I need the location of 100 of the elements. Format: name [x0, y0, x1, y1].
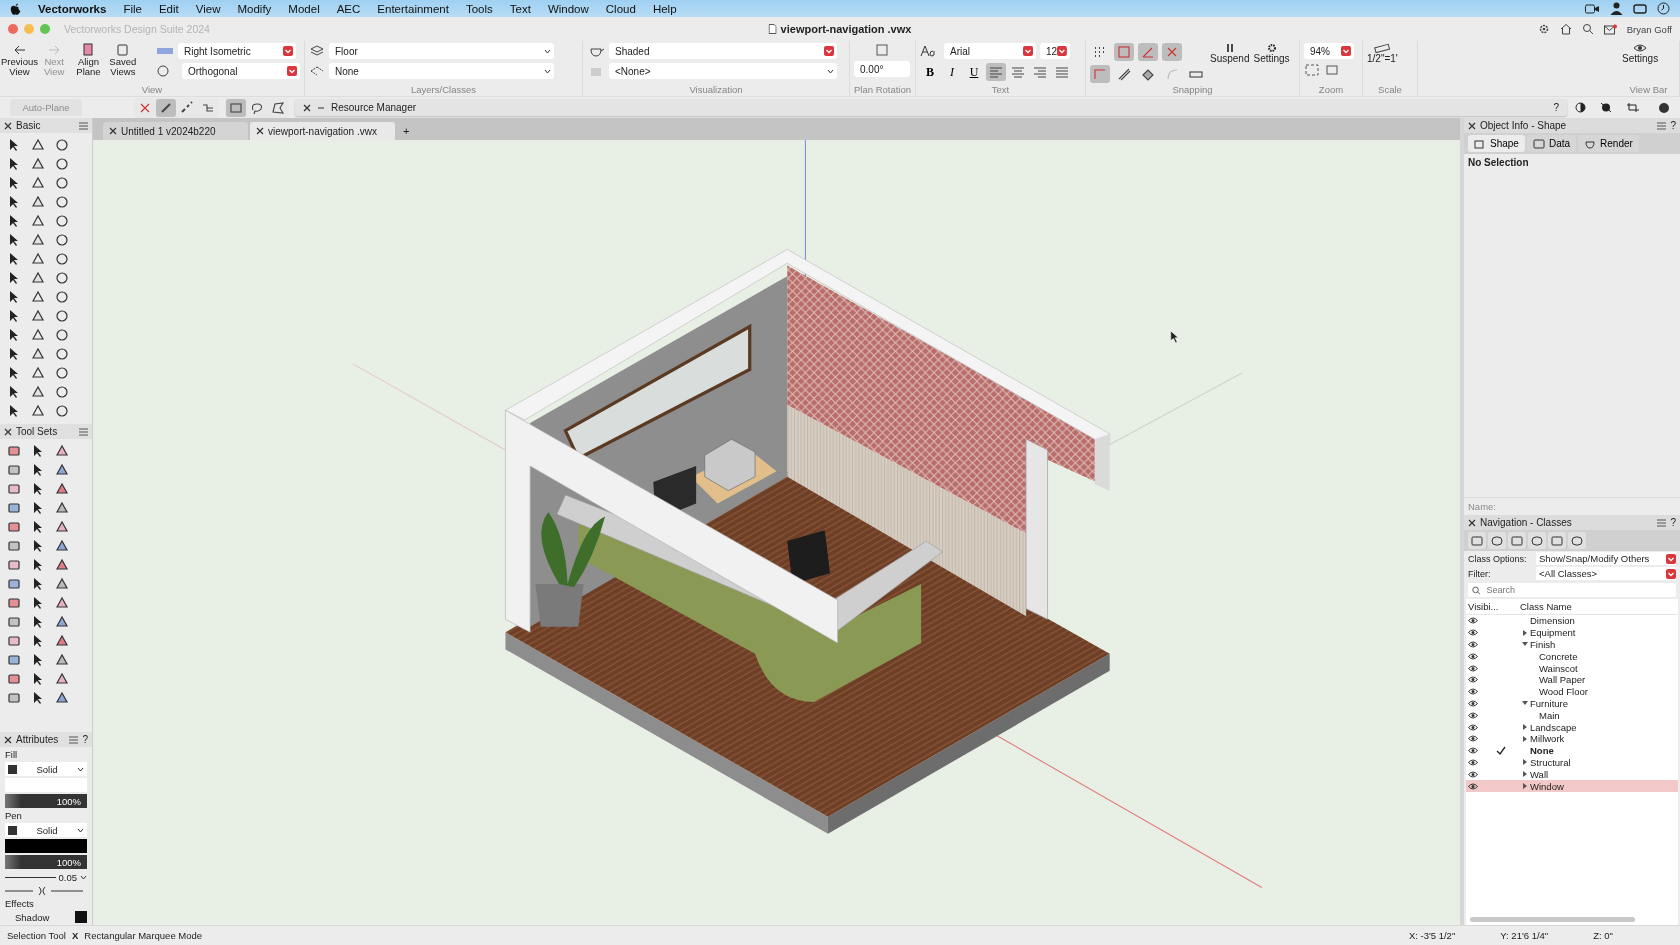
rectangle-icon[interactable]	[7, 538, 21, 553]
rectangle-icon[interactable]	[7, 443, 21, 458]
rectangle-icon[interactable]	[7, 462, 21, 477]
polygon-icon[interactable]	[31, 194, 45, 209]
rotation-field[interactable]: 0.00°	[854, 61, 910, 77]
menu-item[interactable]: AEC	[336, 2, 361, 15]
class-row[interactable]: Wall Paper	[1466, 674, 1678, 686]
line-weight-dropdown[interactable]: 0.05	[5, 871, 87, 884]
suspend-button[interactable]: Suspend	[1210, 43, 1250, 64]
text-style-button[interactable]: I	[942, 63, 962, 81]
class-row[interactable]: Wood Floor	[1466, 685, 1678, 698]
class-dropdown[interactable]: None	[329, 63, 554, 79]
circle-icon[interactable]	[55, 213, 69, 228]
help-button[interactable]: ?	[1670, 517, 1676, 528]
class-row[interactable]: Main	[1466, 709, 1678, 722]
class-row[interactable]: Furniture	[1466, 697, 1678, 710]
menu-item[interactable]: View	[195, 2, 221, 15]
help-button[interactable]: ?	[1670, 120, 1676, 131]
circle-icon[interactable]	[55, 289, 69, 304]
rectangle-button[interactable]	[226, 98, 246, 117]
polygon-icon[interactable]	[55, 652, 69, 667]
navigation-tab[interactable]	[1488, 532, 1506, 549]
menu-item[interactable]: Cloud	[605, 2, 636, 15]
panel-tab[interactable]: Shape	[1468, 135, 1525, 152]
polygon-icon[interactable]	[55, 633, 69, 648]
cross-button[interactable]	[1162, 43, 1182, 61]
polygon-icon[interactable]	[55, 690, 69, 705]
menu-item[interactable]: Window	[547, 2, 589, 15]
rectangle-icon[interactable]	[7, 519, 21, 534]
circle-icon[interactable]	[55, 251, 69, 266]
render-mode-dropdown[interactable]: Shaded	[609, 43, 837, 59]
menu-item[interactable]: Edit	[158, 2, 179, 15]
rectangle-icon[interactable]	[7, 652, 21, 667]
circle-icon[interactable]	[55, 194, 69, 209]
polygon-icon[interactable]	[31, 270, 45, 285]
app-menu[interactable]: Vectorworks	[38, 2, 107, 15]
polygon-icon[interactable]	[55, 576, 69, 591]
rendering-dropdown[interactable]: Orthogonal	[182, 63, 300, 79]
rectangle-icon[interactable]	[7, 595, 21, 610]
polygon-icon[interactable]	[31, 137, 45, 152]
class-row[interactable]: Concrete	[1466, 650, 1678, 663]
zoom-field[interactable]: 94%	[1304, 43, 1354, 59]
circle-icon[interactable]	[55, 156, 69, 171]
panel-tab[interactable]: Data	[1526, 135, 1577, 152]
circle-icon[interactable]	[55, 137, 69, 152]
search-input[interactable]: Search	[1484, 584, 1676, 596]
polygon-icon[interactable]	[31, 346, 45, 361]
circle-icon[interactable]	[55, 327, 69, 342]
lighting-dropdown[interactable]: <None>	[609, 63, 837, 79]
view-button[interactable]: Saved Views	[107, 43, 138, 77]
polygon-icon[interactable]	[55, 614, 69, 629]
column-header[interactable]: Visibi...	[1466, 601, 1520, 612]
user-name[interactable]: Bryan Goff	[1626, 23, 1672, 35]
rectangle-icon[interactable]	[7, 557, 21, 572]
circle-icon[interactable]	[55, 308, 69, 323]
polygon-icon[interactable]	[31, 213, 45, 228]
menu-item[interactable]: Model	[288, 2, 320, 15]
polygon-icon[interactable]	[31, 365, 45, 380]
circle-icon[interactable]	[55, 403, 69, 418]
document-tab[interactable]: viewport-navigation .vwx	[250, 122, 395, 140]
document-tab[interactable]: Untitled 1 v2024b220	[103, 122, 248, 140]
navigation-tab[interactable]	[1568, 532, 1586, 549]
circle-icon[interactable]	[55, 365, 69, 380]
view-bar-settings-button[interactable]: Settings	[1622, 43, 1659, 64]
rectangle-icon[interactable]	[7, 500, 21, 515]
class-options-dropdown[interactable]: Show/Snap/Modify Others	[1536, 552, 1676, 565]
polygon-icon[interactable]	[31, 327, 45, 342]
close-window-button[interactable]	[8, 24, 18, 34]
rectangle-icon[interactable]	[7, 481, 21, 496]
class-row[interactable]: None	[1466, 744, 1678, 757]
menu-item[interactable]: Modify	[237, 2, 272, 15]
font-dropdown[interactable]: Arial	[944, 43, 1036, 59]
menu-item[interactable]: Entertainment	[377, 2, 449, 15]
pen-style-dropdown[interactable]: Solid	[5, 823, 87, 837]
fill-style-dropdown[interactable]: Solid	[5, 762, 87, 776]
circle-icon[interactable]	[55, 384, 69, 399]
menu-item[interactable]: File	[123, 2, 142, 15]
class-row[interactable]: Wainscot	[1466, 662, 1678, 674]
polygon-icon[interactable]	[31, 251, 45, 266]
view-button[interactable]: Align Plane	[73, 43, 104, 77]
polygon-icon[interactable]	[55, 538, 69, 553]
polygon-icon[interactable]	[31, 289, 45, 304]
class-row[interactable]: Landscape	[1466, 721, 1678, 733]
polygon-icon[interactable]	[31, 156, 45, 171]
polygon-icon[interactable]	[55, 671, 69, 686]
class-row[interactable]: Dimension	[1466, 615, 1678, 627]
text-style-button[interactable]: B	[920, 63, 940, 81]
pen-opacity-field[interactable]: 100%	[5, 855, 87, 869]
font-size-dropdown[interactable]: 12	[1040, 43, 1070, 59]
fill-opacity-field[interactable]: 100%	[5, 794, 87, 808]
circle-icon[interactable]	[55, 175, 69, 190]
align-left-button[interactable]	[986, 63, 1006, 81]
filter-dropdown[interactable]: <All Classes>	[1536, 567, 1676, 580]
rectangle-icon[interactable]	[7, 614, 21, 629]
class-row[interactable]: Wall	[1466, 768, 1678, 781]
circle-icon[interactable]	[55, 270, 69, 285]
rectangle-icon[interactable]	[7, 671, 21, 686]
polygon-icon[interactable]	[55, 500, 69, 515]
new-tab-button[interactable]: +	[397, 125, 416, 140]
search-box[interactable]: Search	[1468, 583, 1676, 597]
